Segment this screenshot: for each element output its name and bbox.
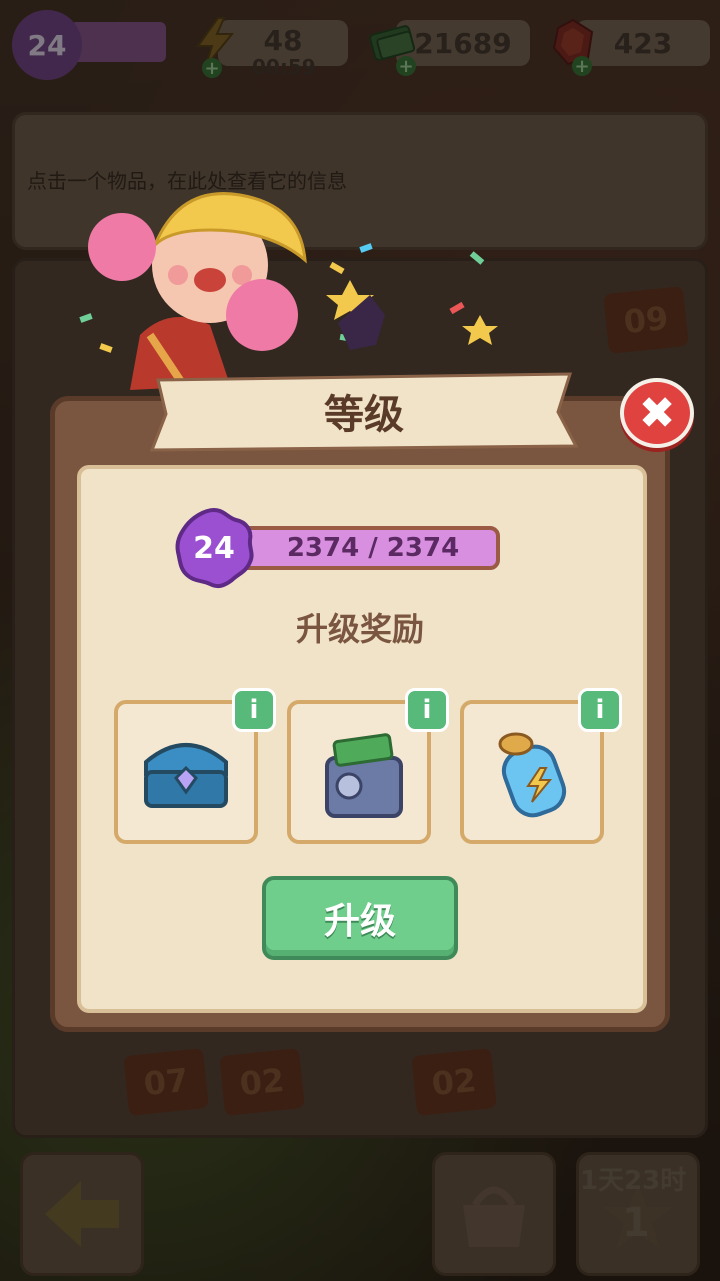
level-badge-number: 24 [193, 530, 235, 566]
reward-info-button[interactable]: i [578, 688, 622, 732]
close-icon: ✖ [638, 387, 676, 439]
reward-info-button[interactable]: i [405, 688, 449, 732]
xp-progress-bar: 2374 / 2374 [232, 526, 500, 570]
upgrade-label: 升级 [323, 901, 396, 942]
reward-heading: 升级奖励 [295, 610, 424, 648]
close-button[interactable]: ✖ [620, 378, 694, 448]
upgrade-button[interactable]: 升级 [262, 876, 458, 960]
dialog-title: 等级 [324, 392, 404, 438]
reward-info-button[interactable]: i [232, 688, 276, 732]
xp-progress-text: 2374 / 2374 [286, 533, 460, 563]
